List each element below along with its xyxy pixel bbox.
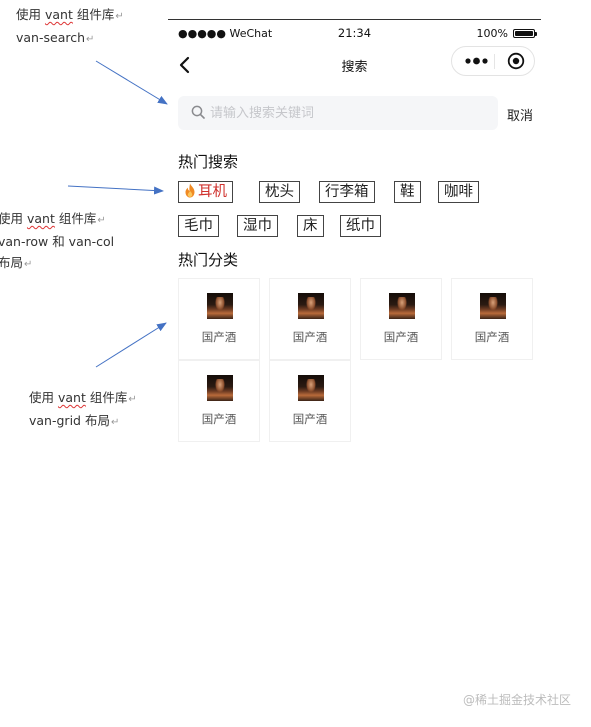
battery-fill [515,31,533,36]
category-cell[interactable]: 国产酒 [451,278,533,360]
category-cell[interactable]: 国产酒 [269,278,351,360]
tag-label: 纸巾 [346,218,375,234]
phone-screen: ●●●●● WeChat 21:34 100% 搜索 请输入搜索关键词 取消 热… [168,19,541,450]
arrow-to-search [95,60,168,105]
annotation-line: 使用 vant 组件库 [0,211,97,226]
search-field[interactable] [178,96,498,130]
tag-label: 行李箱 [325,184,369,200]
tag-label: 枕头 [265,184,294,200]
hot-tag-luggage[interactable]: 行李箱 [319,181,375,203]
tag-label: 耳机 [198,184,227,200]
tag-label: 湿巾 [243,218,272,234]
category-cell[interactable]: 国产酒 [178,278,260,360]
search-bar: 取消 [178,96,538,130]
hot-tag-wet-wipes[interactable]: 湿巾 [237,215,278,237]
capsule-divider [494,54,495,69]
more-dots-icon[interactable] [464,55,494,67]
hot-tag-pillow[interactable]: 枕头 [259,181,300,203]
liquor-thumbnail [298,293,324,319]
annotation-line: van-search [16,30,86,45]
annotation-line: 使用 vant 组件库 [29,390,128,405]
category-cell[interactable]: 国产酒 [178,360,260,442]
hot-search-title: 热门搜索 [178,153,239,171]
category-cell[interactable]: 国产酒 [360,278,442,360]
category-cell[interactable]: 国产酒 [269,360,351,442]
annotation-line: 使用 vant 组件库 [16,7,115,22]
liquor-thumbnail [207,375,233,401]
category-label: 国产酒 [292,330,328,344]
liquor-thumbnail [389,293,415,319]
hot-categories-title: 热门分类 [178,251,239,269]
annotation-line: van-row 和 van-col [0,234,115,249]
category-label: 国产酒 [383,330,419,344]
spellcheck-word: vant [44,7,73,22]
battery-icon [513,29,537,38]
spellcheck-word: vant [26,211,55,226]
nav-bar: 搜索 [168,44,541,84]
category-label: 国产酒 [201,412,237,426]
watermark: @稀土掘金技术社区 [462,693,571,707]
arrow-to-grid [95,322,167,368]
hot-tag-bed[interactable]: 床 [297,215,324,237]
tag-label: 床 [303,218,318,234]
annotation-search: 使用 vant 组件库↵ van-search↵ [16,7,124,45]
status-bar: ●●●●● WeChat 21:34 100% [168,20,541,46]
annotation-line: van-grid 布局 [29,413,110,428]
annotation-row-col: 使用 vant 组件库↵ van-row 和 van-col 布局↵ [0,211,115,270]
hot-tag-coffee[interactable]: 咖啡 [438,181,479,203]
hot-tag-tissue[interactable]: 纸巾 [340,215,381,237]
hot-tag-towel[interactable]: 毛巾 [178,215,219,237]
search-input[interactable] [210,103,490,123]
cancel-button[interactable]: 取消 [507,105,533,124]
hot-tag-shoes[interactable]: 鞋 [394,181,421,203]
tag-label: 咖啡 [444,184,473,200]
liquor-thumbnail [480,293,506,319]
category-label: 国产酒 [474,330,510,344]
mini-program-capsule [451,46,535,76]
tag-label: 毛巾 [184,218,213,234]
search-icon [191,105,205,119]
hot-tag-earphones[interactable]: 耳机 [178,181,233,203]
category-label: 国产酒 [201,330,237,344]
liquor-thumbnail [207,293,233,319]
flame-icon [185,183,195,198]
tag-label: 鞋 [400,184,415,200]
annotation-line: 布局 [0,255,24,270]
annotation-grid: 使用 vant 组件库↵ van-grid 布局↵ [29,390,137,428]
target-circle-icon[interactable] [507,52,525,70]
spellcheck-word: vant [57,390,86,405]
battery-percent: 100% [476,27,508,40]
category-label: 国产酒 [292,412,328,426]
arrow-to-tags [67,185,164,195]
liquor-thumbnail [298,375,324,401]
